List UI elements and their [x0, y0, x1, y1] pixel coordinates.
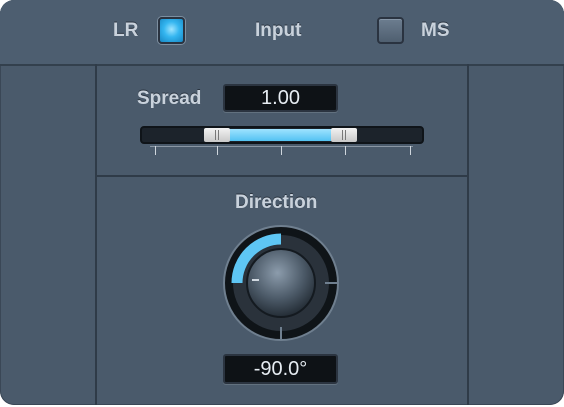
spread-slider-right-handle[interactable] — [331, 128, 357, 142]
spread-scale-tick — [217, 146, 218, 155]
ms-checkbox[interactable] — [377, 17, 404, 44]
stereo-spread-panel: LR Input MS Spread 1.00 Direction -90.0° — [0, 0, 564, 405]
spread-scale-tick — [345, 146, 346, 155]
spread-scale-tick — [281, 146, 282, 155]
spread-value-field[interactable]: 1.00 — [223, 84, 338, 112]
direction-label: Direction — [235, 192, 318, 213]
section-divider — [96, 175, 468, 177]
lr-checkbox[interactable] — [158, 17, 185, 44]
right-divider — [467, 64, 469, 405]
ms-label: MS — [421, 20, 450, 41]
spread-scale-tick — [410, 146, 411, 155]
spread-scale-tick — [155, 146, 156, 155]
input-mode-bar: LR Input MS — [0, 0, 564, 66]
input-title: Input — [255, 20, 302, 41]
direction-knob[interactable] — [222, 224, 340, 342]
spread-slider-left-handle[interactable] — [204, 128, 230, 142]
left-divider — [95, 64, 97, 405]
direction-value-field[interactable]: -90.0° — [223, 354, 338, 384]
knob-indicator — [252, 279, 259, 281]
lr-label: LR — [113, 20, 139, 41]
spread-slider-range — [228, 129, 333, 141]
spread-label: Spread — [137, 88, 202, 109]
